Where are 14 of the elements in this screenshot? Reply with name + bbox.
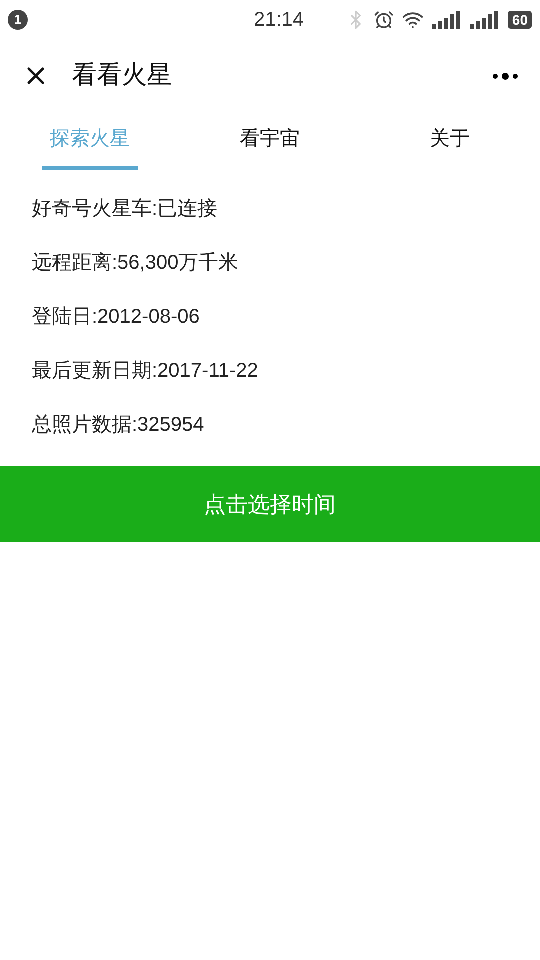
signal-icon <box>470 11 500 29</box>
info-text: 好奇号火星车:已连接 <box>32 197 219 222</box>
signal-icon <box>432 11 462 29</box>
info-text: 最后更新日期:2017-11-22 <box>32 359 260 384</box>
status-time: 21:14 <box>254 8 304 33</box>
alarm-icon <box>374 10 394 30</box>
info-text: 登陆日:2012-08-06 <box>32 305 201 330</box>
tab[interactable]: 关于 <box>422 112 478 170</box>
window-title: 看看火星 <box>72 60 172 92</box>
battery-indicator: 60 <box>508 11 532 29</box>
tab[interactable]: 看宇宙 <box>232 112 308 170</box>
info-text: 远程距离:56,300万千米 <box>32 251 240 276</box>
notification-badge: 1 <box>8 10 28 30</box>
info-text: 总照片数据:325954 <box>32 413 206 438</box>
